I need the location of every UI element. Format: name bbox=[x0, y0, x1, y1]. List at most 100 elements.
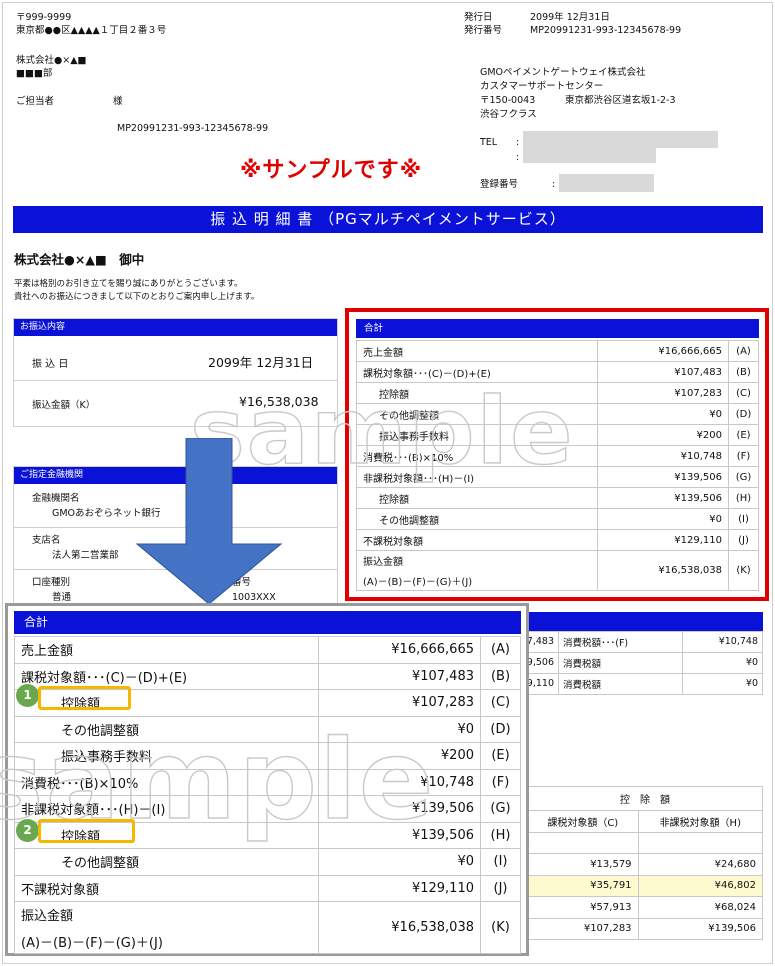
total-row: 非課税対象額･･･(H)－(I) ¥139,506 (G) bbox=[356, 466, 759, 488]
reg-label: 登録番号 bbox=[480, 179, 519, 190]
total-row-value: ¥10,748 bbox=[317, 768, 482, 796]
total-final-value: ¥16,538,038 bbox=[596, 550, 730, 591]
total-row-label: その他調整額 bbox=[14, 848, 319, 876]
total-row-label: 非課税対象額･･･(H)－(I) bbox=[356, 466, 598, 488]
total-row-code: (F) bbox=[728, 445, 759, 467]
total-row-code: (A) bbox=[480, 636, 521, 664]
total-row-value: ¥200 bbox=[596, 424, 730, 446]
honorific: 様 bbox=[113, 96, 123, 107]
total-row-code: (J) bbox=[480, 874, 521, 902]
total-row-value: ¥16,666,665 bbox=[317, 636, 482, 664]
redacted-tel bbox=[523, 131, 718, 148]
bank-name-label: 金融機関名 bbox=[32, 493, 80, 504]
total-row: 不課税対象額 ¥129,110 (J) bbox=[356, 529, 759, 551]
total-row-label: 控除額 bbox=[356, 382, 598, 404]
deduction-taxable: ¥107,283 bbox=[527, 917, 639, 940]
total-row-code: (E) bbox=[728, 424, 759, 446]
tax-mini-table: 7,483 消費税額･･･(F) ¥10,748 9,506 消費税額 ¥0 9,110 消費… bbox=[520, 612, 764, 695]
total-final-label-1: 振込金額 bbox=[363, 557, 403, 568]
deduction-taxable: ¥57,913 bbox=[527, 896, 639, 919]
deduction-nontaxable: ¥24,680 bbox=[637, 853, 764, 876]
total-final-label-2: (A)－(B)－(F)－(G)＋(J) bbox=[21, 935, 163, 951]
total-final-code: (K) bbox=[728, 550, 759, 591]
down-arrow-icon bbox=[136, 438, 283, 605]
redacted-tel-2 bbox=[523, 147, 656, 163]
total-row-code: (G) bbox=[728, 466, 759, 488]
total-row-label: 消費税･･･(B)×10% bbox=[356, 445, 598, 467]
total-row: 振込事務手数料 ¥200 (E) bbox=[356, 424, 759, 446]
sender-address: 東京都渋谷区道玄坂1-2-3 bbox=[565, 95, 676, 106]
total-row-label: その他調整額 bbox=[14, 715, 319, 743]
total-row: その他調整額 ¥0 (D) bbox=[14, 715, 521, 743]
total-row-label: 売上金額 bbox=[14, 636, 319, 664]
total-row-label: 消費税･･･(B)×10% bbox=[14, 768, 319, 796]
sender-building: 渋谷フクラス bbox=[480, 109, 537, 120]
deduction-taxable bbox=[527, 831, 639, 854]
tel-label: TEL bbox=[480, 137, 498, 148]
zoomed-total-panel: 合計 売上金額 ¥16,666,665 (A) 課税対象額･･･(C)－(D)+(E)… bbox=[0, 603, 529, 956]
deduction-col-taxable: 課税対象額（C) bbox=[527, 810, 639, 833]
total-row-code: (D) bbox=[480, 715, 521, 743]
deduction-nontaxable: ¥68,024 bbox=[637, 896, 764, 919]
deduction-row: ¥57,913 ¥68,024 bbox=[527, 896, 764, 919]
deduction-taxable: ¥35,791 bbox=[527, 874, 639, 897]
total-row: その他調整額 ¥0 (I) bbox=[356, 508, 759, 530]
total-row-value: ¥0 bbox=[596, 403, 730, 425]
total-row-code: (C) bbox=[480, 689, 521, 717]
total-row: 控除額 ¥139,506 (H) bbox=[356, 487, 759, 509]
total-row-label: その他調整額 bbox=[356, 508, 598, 530]
total-row: 課税対象額･･･(C)－(D)+(E) ¥107,483 (B) bbox=[356, 361, 759, 383]
total-row-value: ¥129,110 bbox=[317, 874, 482, 902]
deduction-nontaxable bbox=[637, 831, 764, 854]
total-row-value: ¥107,483 bbox=[596, 361, 730, 383]
reg-colon: : bbox=[552, 179, 556, 190]
total-row-label: 振込事務手数料 bbox=[14, 742, 319, 770]
transfer-header: お振込内容 bbox=[14, 319, 337, 336]
deduction-row bbox=[527, 831, 764, 854]
total-row-code: (F) bbox=[480, 768, 521, 796]
issue-no-label: 発行番号 bbox=[464, 25, 503, 36]
total-row-code: (B) bbox=[728, 361, 759, 383]
total-final-label-1: 振込金額 bbox=[21, 908, 74, 924]
total-row-code: (D) bbox=[728, 403, 759, 425]
deduction-table: 控 除 額 課税対象額（C) 非課税対象額（H) ¥13,579 ¥24,680 ¥… bbox=[527, 786, 764, 940]
tax-mini-value: ¥0 bbox=[681, 651, 764, 674]
total-row-value: ¥139,506 bbox=[317, 795, 482, 823]
tax-mini-row: 9,110 消費税額 ¥0 bbox=[520, 672, 764, 695]
total-row: 消費税･･･(B)×10% ¥10,748 (F) bbox=[356, 445, 759, 467]
tax-mini-value: ¥0 bbox=[681, 672, 764, 695]
total-row-value: ¥0 bbox=[317, 848, 482, 876]
total-row-code: (J) bbox=[728, 529, 759, 551]
total-row-value: ¥0 bbox=[317, 715, 482, 743]
total-final-label: 振込金額 (A)－(B)－(F)－(G)＋(J) bbox=[14, 901, 319, 954]
redacted-reg bbox=[559, 174, 654, 192]
recipient-department: ■■■部 bbox=[16, 68, 53, 79]
total-row-value: ¥107,483 bbox=[317, 662, 482, 690]
badge-1: 1 bbox=[16, 684, 39, 707]
recipient-address: 東京都●●区▲▲▲▲１丁目２番３号 bbox=[16, 25, 167, 36]
transfer-amount-value: ¥16,538,038 bbox=[239, 394, 319, 409]
total-row-code: (H) bbox=[728, 487, 759, 509]
deduction-header: 控 除 額 bbox=[527, 786, 763, 811]
transfer-date-value: 2099年 12月31日 bbox=[208, 355, 314, 370]
sender-postal: 〒150-0043 bbox=[480, 95, 536, 106]
total-header-small: 合計 bbox=[356, 319, 759, 338]
total-row-value: ¥200 bbox=[317, 742, 482, 770]
total-row: 不課税対象額 ¥129,110 (J) bbox=[14, 874, 521, 902]
total-row: その他調整額 ¥0 (D) bbox=[356, 403, 759, 425]
total-final-label: 振込金額 (A)－(B)－(F)－(G)＋(J) bbox=[356, 550, 598, 591]
issue-date-label: 発行日 bbox=[464, 12, 493, 23]
total-row-label: 不課税対象額 bbox=[14, 874, 319, 902]
total-row-label: 控除額 bbox=[356, 487, 598, 509]
tax-mini-row: 9,506 消費税額 ¥0 bbox=[520, 651, 764, 674]
total-row-label: その他調整額 bbox=[356, 403, 598, 425]
total-row-code: (I) bbox=[728, 508, 759, 530]
sample-notice: ※サンプルです※ bbox=[240, 158, 423, 183]
tel-colon-2: : bbox=[516, 152, 520, 163]
total-row: 売上金額 ¥16,666,665 (A) bbox=[356, 340, 759, 362]
total-row-value: ¥139,506 bbox=[596, 487, 730, 509]
total-row: 控除額 ¥107,283 (C) bbox=[356, 382, 759, 404]
total-highlight-box: 合計 売上金額 ¥16,666,665 (A) 課税対象額･･･(C)－(D)+(E)… bbox=[345, 308, 769, 601]
total-row: 振込事務手数料 ¥200 (E) bbox=[14, 742, 521, 770]
total-row-code: (C) bbox=[728, 382, 759, 404]
